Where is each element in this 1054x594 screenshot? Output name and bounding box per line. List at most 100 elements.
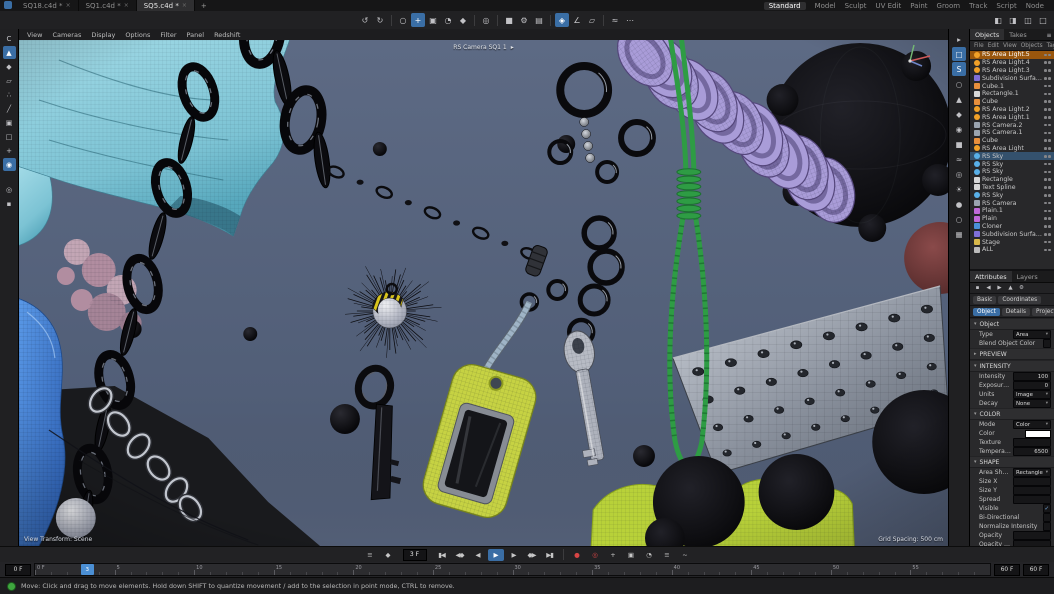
attr-dropdown[interactable]: None▾ [1013, 399, 1051, 408]
object-row[interactable]: ALL [970, 246, 1054, 254]
visibility-toggles[interactable] [1044, 194, 1051, 197]
viewport-menu-display[interactable]: Display [91, 31, 115, 39]
render-visibility-dot[interactable] [1048, 171, 1051, 174]
visibility-toggles[interactable] [1044, 77, 1051, 80]
editor-visibility-dot[interactable] [1044, 178, 1047, 181]
polygons-mode-icon[interactable]: ▣ [3, 116, 16, 129]
close-tab-icon[interactable]: × [66, 2, 71, 9]
editor-visibility-dot[interactable] [1044, 69, 1047, 72]
visibility-toggles[interactable] [1044, 186, 1051, 189]
attr-forward-icon[interactable]: ▶ [995, 284, 1004, 293]
render-visibility-dot[interactable] [1048, 77, 1051, 80]
editor-visibility-dot[interactable] [1044, 249, 1047, 252]
record-position-toggle-icon[interactable]: + [605, 549, 621, 561]
active-camera-label[interactable]: RS Camera SQ1 1 ▸ [453, 44, 513, 51]
attr-input[interactable] [1013, 531, 1051, 540]
render-visibility-dot[interactable] [1048, 124, 1051, 127]
section-caret-icon[interactable]: ▾ [974, 321, 977, 327]
enable-axis-mode-icon[interactable]: + [3, 144, 16, 157]
add-simulation-icon[interactable]: ≈ [952, 152, 966, 166]
render-visibility-dot[interactable] [1048, 100, 1051, 103]
render-visibility-dot[interactable] [1048, 147, 1051, 150]
camera-switch-icon[interactable]: ▸ [511, 44, 514, 51]
editor-visibility-dot[interactable] [1044, 186, 1047, 189]
viewport-solo-icon[interactable]: ◎ [3, 183, 16, 196]
visibility-toggles[interactable] [1044, 54, 1051, 57]
viewport-menu-redshift[interactable]: Redshift [214, 31, 240, 39]
visibility-toggles[interactable] [1044, 178, 1051, 181]
scene-small-light-sphere[interactable] [56, 498, 96, 538]
previous-frame-button-icon[interactable]: ◀ [470, 549, 486, 561]
record-keyframe-button-icon[interactable]: ● [569, 549, 585, 561]
attr-input[interactable] [1013, 486, 1051, 495]
scale-tool-icon[interactable]: ▣ [426, 13, 440, 27]
editor-visibility-dot[interactable] [1044, 61, 1047, 64]
render-visibility-dot[interactable] [1048, 108, 1051, 111]
render-visibility-dot[interactable] [1048, 217, 1051, 220]
workspace-uv-edit[interactable]: UV Edit [876, 2, 902, 10]
section-caret-icon[interactable]: ▾ [974, 411, 977, 417]
object-row[interactable]: Plain.1 [970, 207, 1054, 215]
visibility-toggles[interactable] [1044, 108, 1051, 111]
goto-end-button-icon[interactable]: ▶▮ [542, 549, 558, 561]
add-camera-icon[interactable]: ◎ [952, 167, 966, 181]
visibility-toggles[interactable] [1044, 155, 1051, 158]
visibility-toggles[interactable] [1044, 202, 1051, 205]
editor-visibility-dot[interactable] [1044, 54, 1047, 57]
render-visibility-dot[interactable] [1048, 178, 1051, 181]
attr-input[interactable]: 100 [1013, 372, 1051, 381]
attr-input[interactable] [1013, 495, 1051, 504]
key-interpolation-menu-icon[interactable]: ◆ [380, 549, 396, 561]
add-render-setup-icon[interactable]: ▦ [952, 227, 966, 241]
attr-tab-object[interactable]: Object [973, 308, 1000, 316]
attr-settings-icon[interactable]: ⚙ [1017, 284, 1026, 293]
model-mode-icon[interactable]: ▲ [3, 46, 16, 59]
viewport-menu-options[interactable]: Options [125, 31, 150, 39]
attr-dropdown[interactable]: Image▾ [1013, 390, 1051, 399]
snap-settings-icon[interactable]: ◉ [3, 158, 16, 171]
editor-visibility-dot[interactable] [1044, 241, 1047, 244]
add-spline-icon[interactable]: S [952, 62, 966, 76]
select-arrow-icon[interactable]: ▸ [952, 32, 966, 46]
interactive-render-button-icon[interactable]: ▤ [532, 13, 546, 27]
render-visibility-dot[interactable] [1048, 163, 1051, 166]
move-tool-icon[interactable]: + [411, 13, 425, 27]
timeline-playhead[interactable]: 3 [81, 564, 94, 575]
add-mograph-icon[interactable]: ◆ [952, 107, 966, 121]
editor-visibility-dot[interactable] [1044, 202, 1047, 205]
current-frame-field[interactable]: 3 F [403, 549, 427, 561]
object-row[interactable]: RS Sky [970, 191, 1054, 199]
record-parameters-toggle-icon[interactable]: ≡ [659, 549, 675, 561]
objects-menu-objects[interactable]: Objects [1021, 43, 1043, 49]
section-caret-icon[interactable]: ▸ [974, 351, 977, 357]
attr-checkbox[interactable]: ✓ [1043, 504, 1052, 513]
object-row[interactable]: RS Area Light.3 [970, 67, 1054, 75]
editor-visibility-dot[interactable] [1044, 116, 1047, 119]
attr-section-object[interactable]: ▾Object [970, 318, 1054, 330]
editor-visibility-dot[interactable] [1044, 147, 1047, 150]
object-row[interactable]: RS Sky [970, 168, 1054, 176]
add-material-icon[interactable]: ● [952, 197, 966, 211]
render-visibility-dot[interactable] [1048, 249, 1051, 252]
object-row[interactable]: Rectangle.1 [970, 90, 1054, 98]
workspace-node[interactable]: Node [1026, 2, 1044, 10]
render-settings-button-icon[interactable]: ⚙ [517, 13, 531, 27]
attr-lock-icon[interactable]: ▪ [973, 284, 982, 293]
attr-input[interactable]: 6500 [1013, 447, 1051, 456]
viewport[interactable]: ViewCamerasDisplayOptionsFilterPanelReds… [19, 29, 948, 546]
document-tab[interactable]: SQ18.c4d *× [16, 0, 79, 11]
attr-section-preview[interactable]: ▸PREVIEW [970, 348, 1054, 360]
objects-menu-view[interactable]: View [1003, 43, 1017, 49]
render-visibility-dot[interactable] [1048, 69, 1051, 72]
attr-dropdown[interactable]: Rectangle▾ [1013, 468, 1051, 477]
editor-visibility-dot[interactable] [1044, 93, 1047, 96]
layout-panes-left-icon[interactable]: ◧ [991, 13, 1005, 27]
record-pla-toggle-icon[interactable]: ~ [677, 549, 693, 561]
visibility-toggles[interactable] [1044, 93, 1051, 96]
editor-visibility-dot[interactable] [1044, 171, 1047, 174]
workspace-groom[interactable]: Groom [937, 2, 961, 10]
viewport-canvas[interactable] [19, 40, 948, 546]
editor-visibility-dot[interactable] [1044, 139, 1047, 142]
object-row[interactable]: Rectangle [970, 176, 1054, 184]
visibility-toggles[interactable] [1044, 217, 1051, 220]
